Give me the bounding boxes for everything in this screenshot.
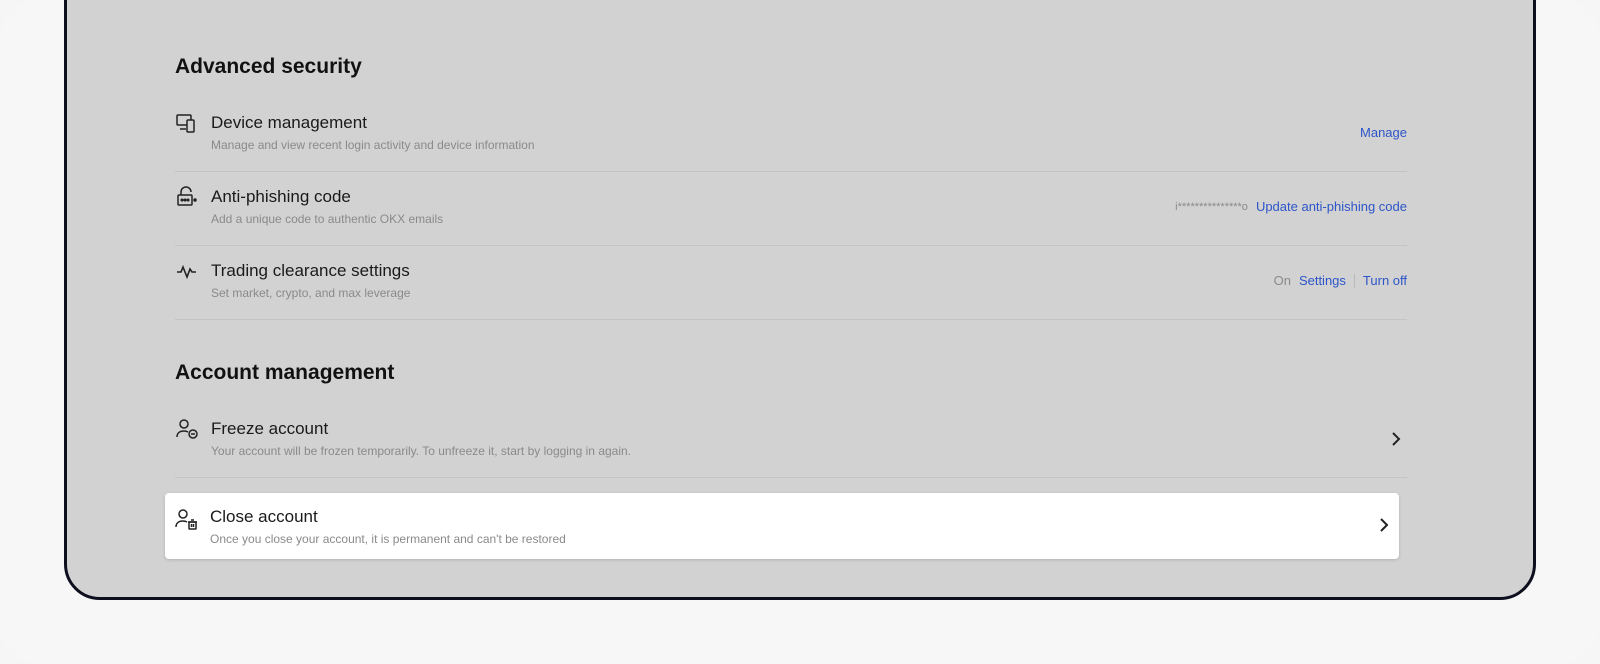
chevron-right-icon [1389, 429, 1403, 449]
anti-phishing-row: Anti-phishing code Add a unique code to … [175, 173, 1407, 246]
device-management-row: Device management Manage and view recent… [175, 99, 1407, 172]
user-delete-icon [174, 507, 198, 531]
device-management-desc: Manage and view recent login activity an… [211, 138, 535, 152]
activity-icon [175, 259, 199, 283]
device-frame: Advanced security Device management Mana… [64, 0, 1536, 600]
trading-clearance-status: On [1273, 273, 1291, 288]
close-account-desc: Once you close your account, it is perma… [210, 532, 566, 546]
trading-clearance-row: Trading clearance settings Set market, c… [175, 247, 1407, 320]
lock-code-icon [175, 185, 199, 209]
close-account-row[interactable]: Close account Once you close your accoun… [165, 493, 1399, 559]
freeze-account-title: Freeze account [211, 419, 329, 438]
user-freeze-icon [175, 417, 199, 441]
anti-phishing-title: Anti-phishing code [211, 187, 351, 206]
action-divider [1353, 273, 1355, 288]
close-account-title: Close account [210, 507, 318, 526]
anti-phishing-desc: Add a unique code to authentic OKX email… [211, 212, 444, 226]
freeze-account-row[interactable]: Freeze account Your account will be froz… [175, 405, 1407, 478]
trading-clearance-desc: Set market, crypto, and max leverage [211, 286, 411, 300]
account-management-heading: Account management [175, 361, 395, 384]
trading-clearance-turn-off-link[interactable]: Turn off [1363, 273, 1407, 288]
chevron-right-icon [1377, 515, 1391, 535]
update-anti-phishing-link[interactable]: Update anti-phishing code [1256, 199, 1407, 214]
freeze-account-desc: Your account will be frozen temporarily.… [211, 444, 632, 458]
device-management-title: Device management [211, 113, 367, 132]
page-background: Advanced security Device management Mana… [0, 0, 1600, 664]
masked-anti-phishing-code: i***************o [1175, 200, 1248, 213]
devices-icon [175, 111, 199, 135]
trading-clearance-settings-link[interactable]: Settings [1299, 273, 1346, 288]
advanced-security-heading: Advanced security [175, 55, 362, 78]
manage-devices-link[interactable]: Manage [1360, 125, 1407, 140]
trading-clearance-title: Trading clearance settings [211, 261, 410, 280]
